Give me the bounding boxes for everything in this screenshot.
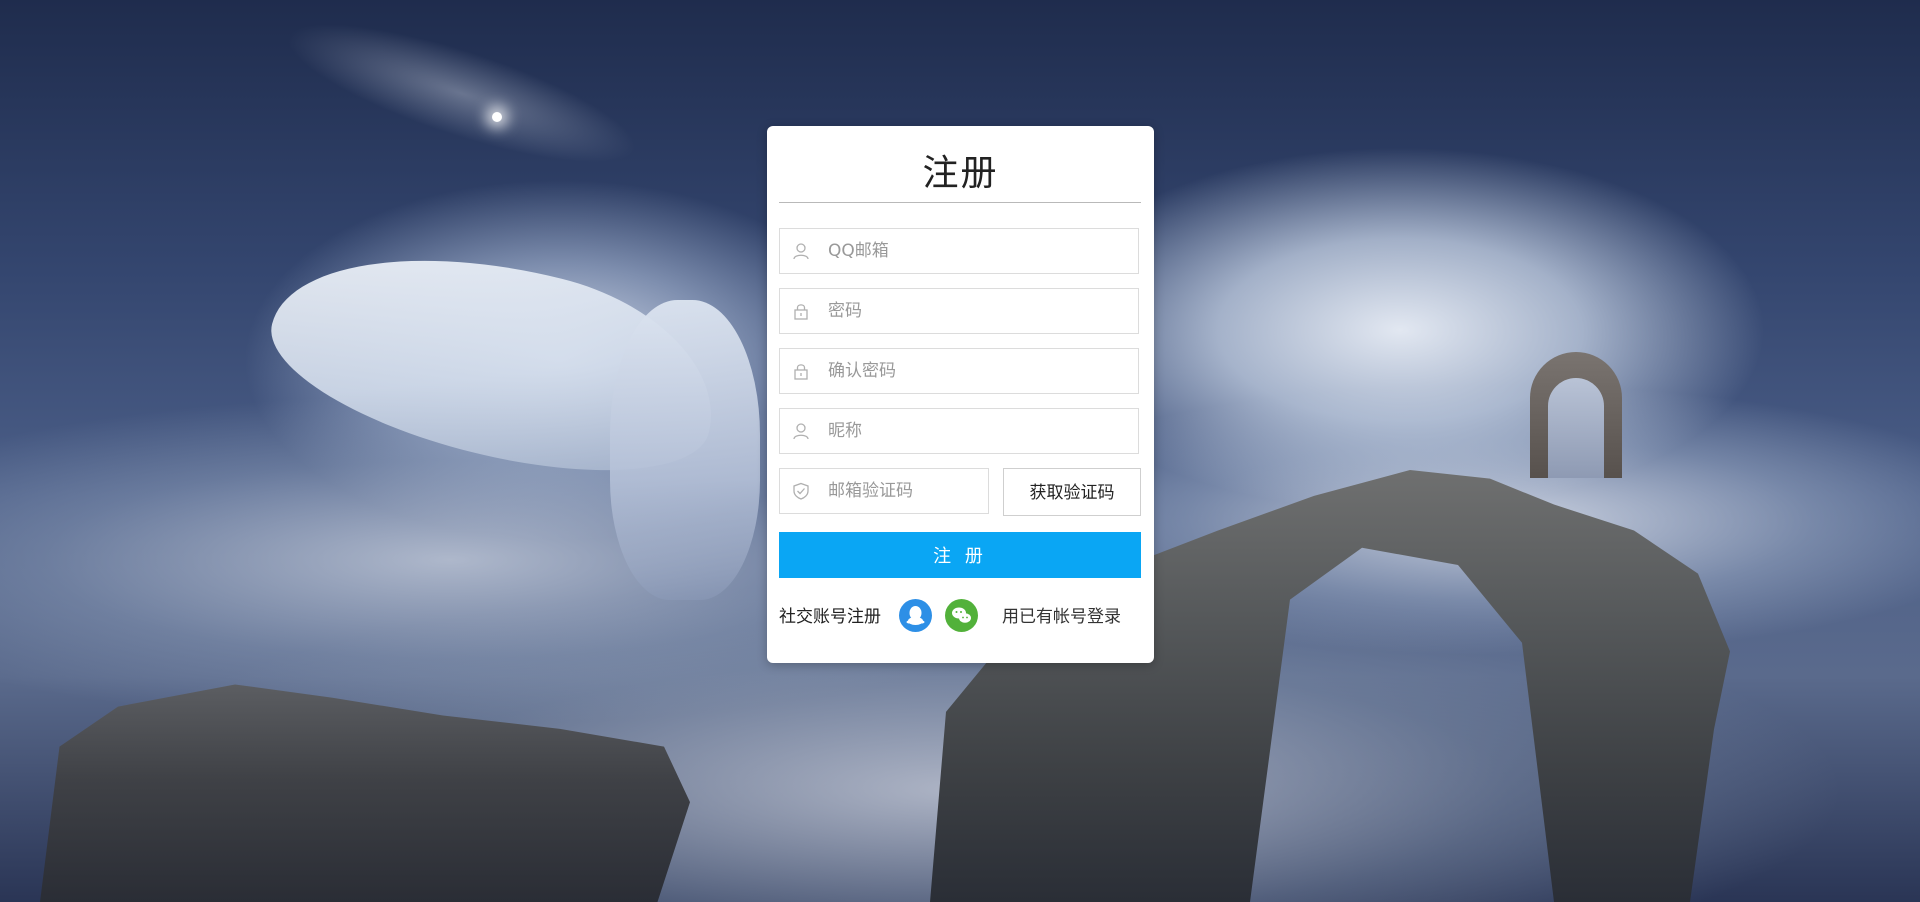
user-icon [792,422,810,440]
nickname-field[interactable] [779,408,1139,454]
qq-icon[interactable] [899,599,932,632]
wechat-icon[interactable] [945,599,978,632]
confirm-password-field[interactable] [779,348,1139,394]
background-arch-opening [1548,378,1604,478]
shield-icon [792,482,810,500]
email-field[interactable] [779,228,1139,274]
email-input[interactable] [828,229,1128,273]
register-button[interactable]: 注 册 [779,532,1141,578]
title-divider [779,202,1141,203]
lock-icon [792,362,810,380]
login-link[interactable]: 用已有帐号登录 [1002,602,1121,627]
page-title: 注册 [922,153,999,194]
background-pegasus [610,300,760,600]
background-star [492,112,502,122]
social-register-label: 社交账号注册 [779,607,881,627]
get-code-button[interactable]: 获取验证码 [1003,468,1141,516]
user-icon [792,242,810,260]
email-code-input[interactable] [828,469,983,513]
password-field[interactable] [779,288,1139,334]
confirm-password-input[interactable] [828,349,1128,393]
email-code-field[interactable] [779,468,989,514]
nickname-input[interactable] [828,409,1128,453]
register-card: 注册 QQ邮箱 昵称 邮箱验证码 获取验证码 注 册 社交账号注册 用已有帐号登… [767,126,1154,663]
background-rock-left [40,684,690,902]
password-input[interactable] [828,289,1128,333]
lock-icon [792,302,810,320]
